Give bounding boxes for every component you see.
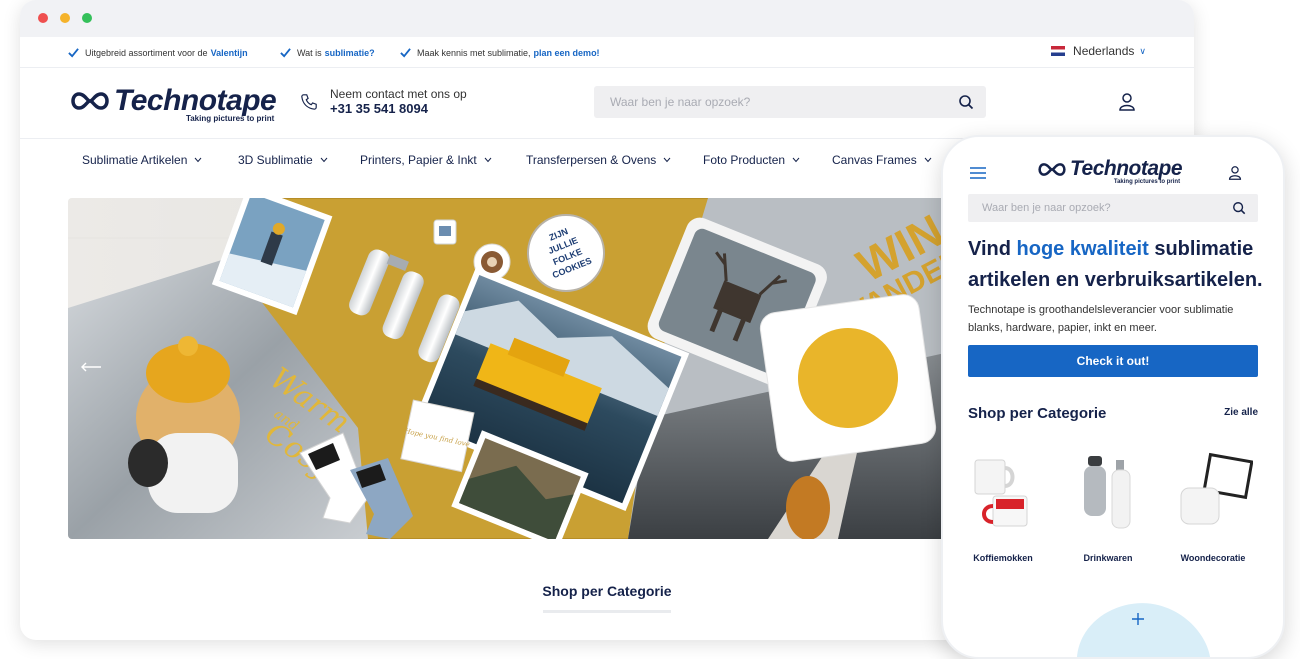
hero-banner[interactable]: WIN WANDER Warm and Cosy ZIJN JULLIE FOL… [68,198,968,539]
nav-printers-papier-inkt[interactable]: Printers, Papier & Inkt [360,153,492,167]
check-icon [68,48,79,58]
mobile-phone-mockup: Technotape Taking pictures to print Vind… [941,135,1285,659]
language-label: Nederlands [1073,44,1135,58]
usp-item-sublimatie: Wat is sublimatie? [280,47,375,58]
bottle-product-icon [1084,456,1131,529]
chevron-down-icon [924,157,932,163]
mobile-hero-headline: Vind hoge kwaliteit sublimatie artikelen… [968,238,1263,291]
minimize-window-dot[interactable] [60,13,70,23]
phone-icon [301,93,317,110]
nav-sublimatie-artikelen[interactable]: Sublimatie Artikelen [82,153,202,167]
usp-item-demo: Maak kennis met sublimatie, plan een dem… [400,47,600,58]
slider-previous-arrow-icon[interactable] [80,362,102,372]
hamburger-menu-icon[interactable] [970,167,986,179]
search-icon[interactable] [1232,201,1246,215]
mobile-search-bar [968,194,1258,222]
maximize-window-dot[interactable] [82,13,92,23]
site-header: Technotape Taking pictures to print Neem… [20,68,1194,139]
decorative-blob [1077,603,1210,657]
home-decor-product-icon [1180,452,1254,525]
mobile-logo-name: Technotape [1070,157,1183,180]
infinity-logo-icon [1038,162,1066,176]
hero-product-collage: WIN WANDER Warm and Cosy ZIJN JULLIE FOL… [68,198,968,539]
contact-phone[interactable]: +31 35 541 8094 [330,101,467,116]
site-logo[interactable]: Technotape Taking pictures to print [68,84,277,123]
check-icon [280,48,291,58]
chevron-down-icon [792,157,800,163]
chevron-down-icon [663,157,671,163]
nav-foto-producten[interactable]: Foto Producten [703,153,800,167]
check-it-out-button[interactable]: Check it out! [968,345,1258,377]
infinity-logo-icon [71,92,109,110]
category-drinkwaren[interactable]: Drinkwaren [1063,452,1153,563]
usp-item-valentijn: Uitgebreid assortiment voor de Valentijn [68,47,248,58]
user-account-icon[interactable] [1118,92,1136,112]
category-woondecoratie[interactable]: Woondecoratie [1168,452,1258,563]
usp-link-sublimatie[interactable]: sublimatie? [325,48,375,58]
usp-bar: Uitgebreid assortiment voor de Valentijn… [20,37,1194,68]
usp-link-valentijn[interactable]: Valentijn [211,48,248,58]
chevron-down-icon: ∨ [1139,45,1146,56]
search-icon[interactable] [958,94,974,110]
heading-underline [543,610,671,613]
nav-transferpersen-ovens[interactable]: Transferpersen & Ovens [526,153,671,167]
search-bar [594,86,986,118]
mobile-search-input[interactable] [980,201,1214,215]
mobile-hero-subtext: Technotape is groothandelsleverancier vo… [968,304,1234,334]
browser-chrome [20,0,1194,37]
logo-name: Technotape [114,84,277,117]
language-selector[interactable]: Nederlands ∨ [1051,44,1146,58]
close-window-dot[interactable] [38,13,48,23]
contact-block[interactable]: Neem contact met ons op +31 35 541 8094 [300,87,467,116]
dutch-flag-icon [1051,46,1066,56]
chevron-down-icon [195,157,202,163]
nav-canvas-frames[interactable]: Canvas Frames [832,153,932,167]
search-input[interactable] [608,94,932,110]
usp-link-demo[interactable]: plan een demo! [534,48,600,58]
see-all-link[interactable]: Zie alle [1224,407,1258,418]
mobile-shop-per-categorie-heading: Shop per Categorie [968,405,1107,422]
chevron-down-icon [320,157,328,163]
chevron-down-icon [484,157,492,163]
check-icon [400,48,411,58]
mobile-site-logo[interactable]: Technotape Taking pictures to print [1036,157,1183,185]
mobile-user-account-icon[interactable] [1228,165,1242,181]
mug-product-icon [974,459,1028,527]
nav-3d-sublimatie[interactable]: 3D Sublimatie [238,153,328,167]
category-koffiemokken[interactable]: Koffiemokken [958,452,1048,563]
contact-label: Neem contact met ons op [330,87,467,101]
